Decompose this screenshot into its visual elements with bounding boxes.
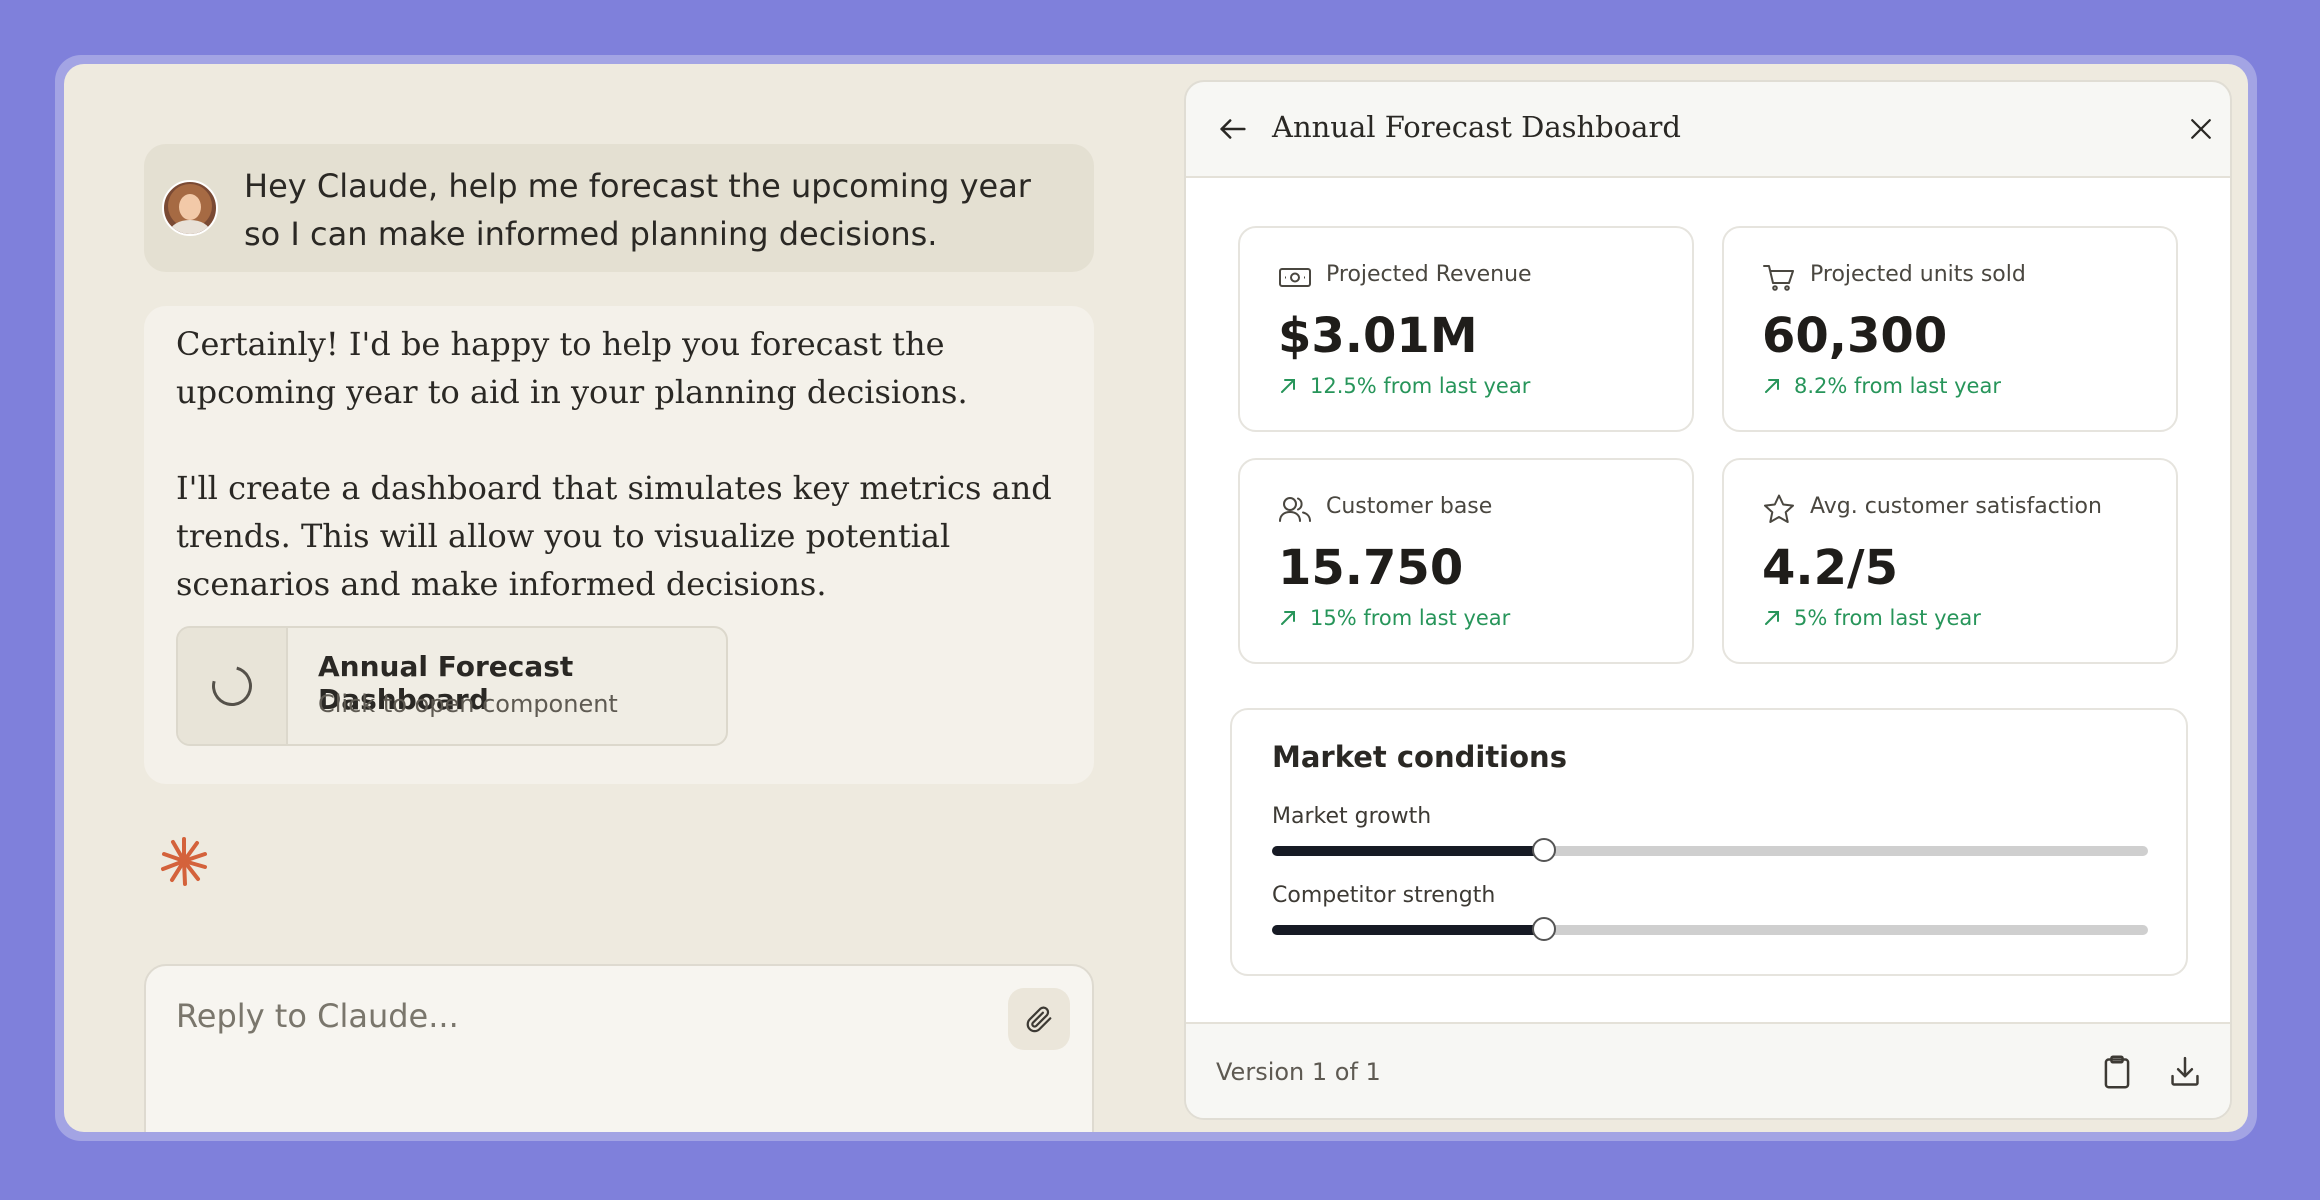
metric-value: 60,300 <box>1762 308 1948 364</box>
metric-value: 15.750 <box>1278 540 1464 596</box>
paperclip-icon <box>1026 1006 1052 1033</box>
users-icon <box>1279 497 1311 522</box>
reply-input[interactable] <box>176 994 956 1038</box>
attach-button[interactable] <box>1008 988 1070 1050</box>
clipboard-icon[interactable] <box>2100 1054 2134 1090</box>
download-icon[interactable] <box>2168 1054 2202 1090</box>
metric-card-projected-units-sold: Projected units sold 60,300 8.2% from la… <box>1722 226 2178 432</box>
assistant-paragraph: Certainly! I'd be happy to help you fore… <box>176 325 968 411</box>
metric-change: 8.2% from last year <box>1762 374 2001 398</box>
artifact-icon-box <box>178 628 288 744</box>
slider-label-market-growth: Market growth <box>1272 804 1432 829</box>
competitor-strength-slider[interactable] <box>1272 917 2148 941</box>
metric-card-avg-customer-satisfaction: Avg. customer satisfaction 4.2/5 5% from… <box>1722 458 2178 664</box>
market-conditions-card: Market conditions Market growth Competit… <box>1230 708 2188 976</box>
back-arrow-icon[interactable] <box>1216 112 1250 146</box>
market-growth-slider[interactable] <box>1272 838 2148 862</box>
panel-footer: Version 1 of 1 <box>1186 1022 2230 1118</box>
metric-label: Customer base <box>1326 494 1493 519</box>
arrow-up-right-icon <box>1765 611 1779 625</box>
metric-change: 12.5% from last year <box>1278 374 1530 398</box>
panel-title: Annual Forecast Dashboard <box>1272 110 1681 144</box>
claude-logo-icon <box>161 837 207 886</box>
metric-change-text: 15% from last year <box>1310 606 1511 630</box>
metric-card-projected-revenue: Projected Revenue $3.01M 12.5% from last… <box>1238 226 1694 432</box>
assistant-message-text: Certainly! I'd be happy to help you fore… <box>176 320 1056 608</box>
user-message-text: Hey Claude, help me forecast the upcomin… <box>244 167 1031 253</box>
metric-value: $3.01M <box>1278 308 1478 364</box>
metric-value: 4.2/5 <box>1762 540 1898 596</box>
metric-change-text: 8.2% from last year <box>1794 374 2001 398</box>
slider-label-competitor-strength: Competitor strength <box>1272 883 1496 908</box>
panel-header: Annual Forecast Dashboard <box>1186 82 2230 178</box>
app-window-content: Hey Claude, help me forecast the upcomin… <box>64 64 2248 1132</box>
artifact-card[interactable]: Annual Forecast Dashboard Click to open … <box>176 626 728 746</box>
slider-thumb[interactable] <box>1531 838 1556 862</box>
loading-spinner-icon <box>204 658 260 714</box>
metric-card-customer-base: Customer base 15.750 15% from last year <box>1238 458 1694 664</box>
metric-change-text: 5% from last year <box>1794 606 1981 630</box>
artifact-card-subtitle: Click to open component <box>318 690 618 718</box>
cart-icon <box>1763 265 1794 291</box>
metric-label: Projected Revenue <box>1326 262 1532 287</box>
arrow-up-right-icon <box>1281 611 1295 625</box>
artifact-panel: Annual Forecast Dashboard Projected Reve… <box>1184 80 2232 1120</box>
slider-fill <box>1272 846 1544 856</box>
market-conditions-title: Market conditions <box>1272 740 1567 774</box>
arrow-up-right-icon <box>1765 379 1779 393</box>
reply-box <box>144 964 1094 1132</box>
metric-change-text: 12.5% from last year <box>1310 374 1531 398</box>
slider-fill <box>1272 925 1544 935</box>
metric-change: 15% from last year <box>1278 606 1510 630</box>
version-label: Version 1 of 1 <box>1216 1058 1381 1086</box>
user-message: Hey Claude, help me forecast the upcomin… <box>144 144 1094 272</box>
metric-label: Avg. customer satisfaction <box>1810 494 2102 519</box>
banknote-icon <box>1279 268 1311 287</box>
slider-thumb[interactable] <box>1531 917 1556 941</box>
metric-label: Projected units sold <box>1810 262 2026 287</box>
assistant-message: Certainly! I'd be happy to help you fore… <box>144 306 1094 784</box>
metric-change: 5% from last year <box>1762 606 1981 630</box>
star-icon <box>1764 494 1794 523</box>
arrow-up-right-icon <box>1281 379 1295 393</box>
user-avatar <box>162 180 218 236</box>
app-window: Hey Claude, help me forecast the upcomin… <box>55 55 2257 1141</box>
dashboard: Projected Revenue $3.01M 12.5% from last… <box>1186 178 2230 1022</box>
assistant-paragraph: I'll create a dashboard that simulates k… <box>176 469 1052 603</box>
close-icon[interactable] <box>2186 114 2216 144</box>
